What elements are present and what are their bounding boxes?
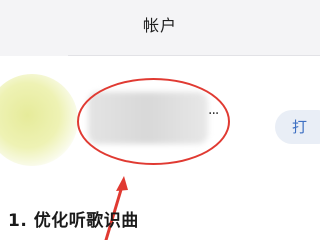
annotation-highlight-circle [77,78,230,165]
top-bar: 帐户 [0,0,320,56]
account-action-button[interactable]: 打 [275,110,320,144]
step-caption: 1. 优化听歌识曲 [8,211,139,231]
page-title: 帐户 [142,16,177,35]
